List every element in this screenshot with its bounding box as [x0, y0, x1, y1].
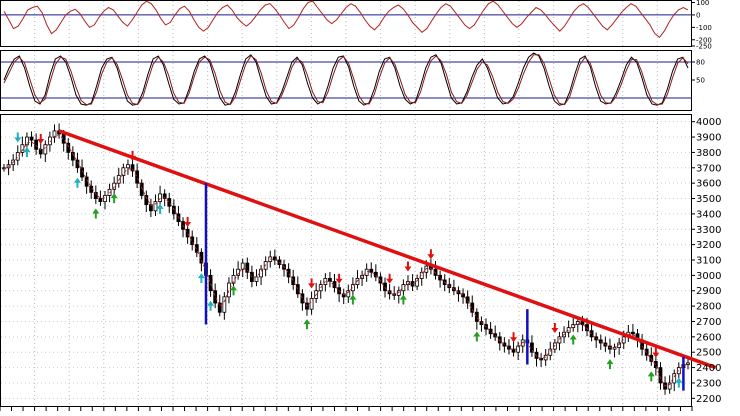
- stochastic-y-tick-label: 80: [696, 59, 705, 67]
- price-y-tick-label: 2700: [696, 317, 721, 328]
- price-y-tick-label: 3200: [696, 240, 721, 251]
- price-candle-body: [103, 195, 107, 203]
- buy-signal-arrow: [569, 334, 577, 340]
- price-candle-body: [43, 144, 48, 155]
- price-candle-body: [98, 198, 103, 203]
- buy-signal-arrow: [349, 294, 357, 300]
- price-candle-body: [222, 296, 227, 313]
- oscillator-top-series-line: [3, 0, 689, 39]
- price-candle-body: [300, 293, 305, 304]
- price-candle-body: [227, 282, 231, 298]
- price-candle-body: [167, 198, 172, 207]
- price-candle-body: [135, 170, 140, 184]
- price-y-tick-label: 3500: [696, 194, 721, 205]
- cyan-up-arrow: [207, 300, 215, 306]
- chart: 1000-100-200-250805040003900380037003600…: [0, 0, 721, 411]
- oscillator-top-y-tick-label: -100: [696, 24, 712, 32]
- buy-signal-arrow: [110, 193, 118, 199]
- cyan-up-arrow: [675, 377, 683, 383]
- price-frame: [0, 114, 692, 407]
- price-candle-body: [34, 139, 39, 150]
- cyan-up-arrow: [73, 177, 81, 183]
- cyan-up-arrow: [23, 147, 31, 153]
- sell-signal-arrow: [308, 283, 316, 289]
- cyan-up-arrow: [156, 203, 164, 209]
- price-candle-body: [213, 290, 218, 304]
- price-y-tick-label: 3900: [696, 133, 721, 144]
- buy-signal-arrow: [606, 359, 614, 365]
- price-candle-body: [208, 274, 213, 292]
- price-candle-body: [25, 136, 29, 146]
- price-y-tick-label: 3100: [696, 256, 721, 267]
- price-y-tick-label: 2800: [696, 302, 721, 313]
- oscillator-top-y-tick-label: 100: [696, 0, 709, 7]
- price-y-tick-label: 2900: [696, 286, 721, 297]
- price-candle-body: [126, 164, 130, 169]
- price-y-tick-label: 2200: [696, 394, 721, 405]
- price-candle-body: [686, 362, 690, 365]
- buy-signal-arrow: [647, 371, 655, 377]
- sell-signal-arrow: [510, 337, 518, 343]
- price-candle-body: [580, 321, 585, 325]
- sell-signal-arrow: [652, 352, 660, 358]
- oscillator-top-y-tick-label: -250: [696, 43, 712, 51]
- buy-signal-arrow: [399, 294, 407, 300]
- price-y-tick-label: 3800: [696, 148, 721, 159]
- price-y-tick-label: 2600: [696, 332, 721, 343]
- sell-signal-arrow: [37, 138, 45, 144]
- oscillator-top-y-tick-label: 0: [696, 11, 700, 19]
- price-candle-body: [474, 311, 479, 322]
- sell-signal-arrow: [427, 254, 435, 260]
- price-y-tick-label: 4000: [696, 117, 721, 128]
- sell-signal-arrow: [184, 221, 192, 227]
- sell-signal-arrow: [404, 266, 412, 272]
- price-candle-body: [631, 331, 635, 335]
- price-y-tick-label: 3000: [696, 271, 721, 282]
- price-candle-body: [364, 268, 369, 276]
- price-y-tick-label: 2500: [696, 348, 721, 359]
- price-y-tick-label: 2300: [696, 378, 721, 389]
- sell-signal-arrow: [386, 278, 394, 284]
- price-candle-body: [29, 136, 34, 141]
- price-y-tick-label: 3400: [696, 209, 721, 220]
- trendline: [58, 129, 717, 370]
- price-candle-body: [254, 276, 259, 282]
- price-y-tick-label: 3700: [696, 163, 721, 174]
- price-y-tick-label: 3300: [696, 225, 721, 236]
- price-candle-body: [383, 282, 387, 292]
- sell-signal-arrow: [335, 278, 343, 284]
- buy-signal-arrow: [473, 331, 481, 337]
- price-y-tick-label: 3600: [696, 179, 721, 190]
- price-y-tick-label: 2400: [696, 363, 721, 374]
- stochastic-y-tick-label: 50: [696, 77, 705, 85]
- reference-lines: [1, 14, 692, 99]
- buy-signal-arrow: [92, 208, 100, 214]
- cyan-up-arrow: [197, 273, 205, 279]
- sell-signal-arrow: [551, 327, 559, 333]
- cyan-down-arrow: [14, 137, 22, 143]
